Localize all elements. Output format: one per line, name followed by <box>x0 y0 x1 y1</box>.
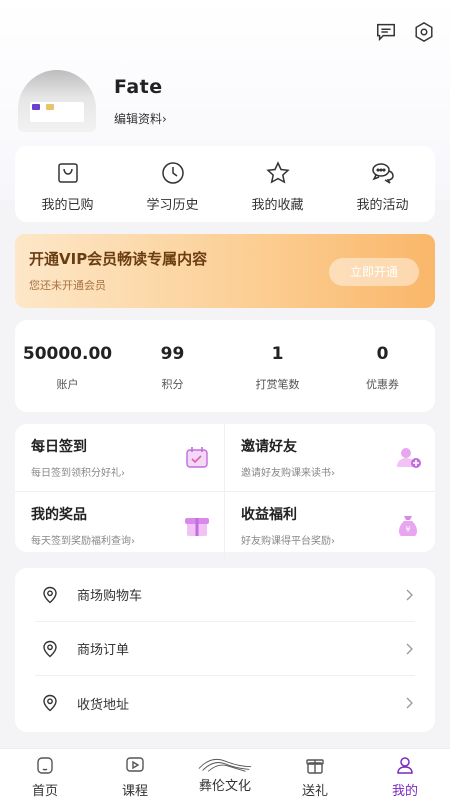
tab-label: 送礼 <box>301 784 328 799</box>
feature-my-prizes[interactable]: 我的奖品 每天签到奖励福利查询› <box>15 492 225 559</box>
mountain-logo-icon <box>198 758 252 772</box>
stat-tips[interactable]: 1 打赏笔数 <box>225 320 330 412</box>
settings-icon[interactable] <box>412 20 436 44</box>
feature-earnings[interactable]: 收益福利 好友购课得平台奖励› ¥ <box>225 492 435 559</box>
location-icon <box>43 694 57 712</box>
quick-history-label: 学习历史 <box>146 198 199 213</box>
location-icon <box>43 640 57 657</box>
money-bag-icon: ¥ <box>399 516 417 536</box>
quick-favorites[interactable]: 我的收藏 <box>225 146 330 222</box>
quick-activities[interactable]: 我的活动 <box>330 146 435 222</box>
tab-mine[interactable]: 我的 <box>360 749 450 800</box>
menu-item-label: 商场订单 <box>77 643 130 658</box>
features-card: 每日签到 每日签到领积分好礼› 邀请好友 邀请好友购课来读书› 我的奖品 每天签… <box>15 424 435 559</box>
quick-purchased-label: 我的已购 <box>41 198 94 213</box>
top-toolbar <box>374 20 436 44</box>
feature-invite-friends[interactable]: 邀请好友 邀请好友购课来读书› <box>225 424 435 492</box>
avatar[interactable] <box>18 70 96 132</box>
stat-value: 1 <box>271 344 284 364</box>
tab-home[interactable]: 首页 <box>0 749 90 800</box>
profile-section: Fate 编辑资料› <box>18 70 167 132</box>
svg-text:¥: ¥ <box>405 525 410 534</box>
menu-item-label: 收货地址 <box>77 697 130 713</box>
stat-label: 账户 <box>56 378 79 391</box>
vip-banner[interactable]: 开通VIP会员畅读专属内容 您还未开通会员 立即开通 <box>15 234 435 308</box>
menu-item-orders[interactable]: 商场订单 <box>35 622 415 676</box>
menu-item-cart[interactable]: 商场购物车 <box>35 568 415 622</box>
quick-purchased[interactable]: 我的已购 <box>15 146 120 222</box>
location-icon <box>43 586 57 603</box>
stat-label: 优惠券 <box>366 378 399 391</box>
video-icon <box>126 757 144 772</box>
tab-courses[interactable]: 课程 <box>90 749 180 800</box>
stat-value: 0 <box>376 344 389 364</box>
user-icon <box>397 757 413 774</box>
chevron-right-icon <box>406 589 413 600</box>
add-user-icon <box>397 448 421 468</box>
tab-gift[interactable]: 送礼 <box>270 749 360 800</box>
stat-coupons[interactable]: 0 优惠券 <box>330 320 435 412</box>
quick-history[interactable]: 学习历史 <box>120 146 225 222</box>
user-name: Fate <box>114 76 163 98</box>
stat-value: 99 <box>160 344 185 364</box>
shop-menu: 商场购物车 商场订单 收货地址 <box>15 568 435 732</box>
menu-item-label: 商场购物车 <box>77 589 143 604</box>
vip-open-button[interactable]: 立即开通 <box>329 258 419 286</box>
stats-card: 50000.00 账户 99 积分 1 打赏笔数 0 优惠券 <box>15 320 435 412</box>
menu-item-address[interactable]: 收货地址 <box>35 676 415 730</box>
tab-culture[interactable]: 彝伦文化 <box>180 749 270 800</box>
stat-points[interactable]: 99 积分 <box>120 320 225 412</box>
clock-icon <box>161 162 184 184</box>
tab-label: 彝伦文化 <box>198 779 251 794</box>
quick-activities-label: 我的活动 <box>356 198 409 213</box>
chevron-right-icon <box>406 697 413 709</box>
home-icon <box>37 757 53 774</box>
tab-label: 我的 <box>391 784 418 799</box>
tab-label: 课程 <box>121 784 148 799</box>
star-icon <box>265 161 290 184</box>
bag-icon <box>57 163 78 183</box>
quick-actions: 我的已购 学习历史 我的收藏 我的活动 <box>15 146 435 222</box>
chevron-right-icon <box>406 643 413 654</box>
stat-account[interactable]: 50000.00 账户 <box>15 320 120 412</box>
gift-icon <box>185 518 209 536</box>
calendar-icon <box>186 447 208 468</box>
edit-profile-link[interactable]: 编辑资料› <box>114 110 167 127</box>
gift-icon <box>306 759 324 774</box>
stat-value: 50000.00 <box>22 344 113 364</box>
tab-label: 首页 <box>31 784 58 799</box>
feature-daily-checkin[interactable]: 每日签到 每日签到领积分好礼› <box>15 424 225 492</box>
bottom-tab-bar: 首页 课程 彝伦文化 送礼 我的 <box>0 748 450 800</box>
stat-label: 打赏笔数 <box>255 378 300 391</box>
chat-icon <box>371 163 394 184</box>
stat-label: 积分 <box>161 378 184 391</box>
quick-favorites-label: 我的收藏 <box>251 198 304 213</box>
message-icon[interactable] <box>374 20 398 44</box>
